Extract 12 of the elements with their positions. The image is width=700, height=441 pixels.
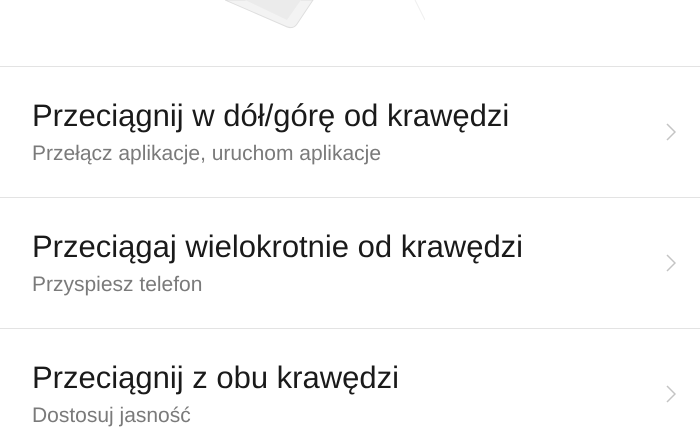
row-title: Przeciągaj wielokrotnie od krawędzi	[32, 229, 524, 265]
row-title: Przeciągnij z obu krawędzi	[32, 360, 400, 396]
row-subtitle: Przełącz aplikacje, uruchom aplikacje	[32, 142, 381, 166]
chevron-right-icon	[666, 123, 676, 141]
chevron-right-icon	[666, 254, 676, 272]
row-subtitle: Przyspiesz telefon	[32, 273, 202, 297]
settings-row[interactable]: Przeciągnij w dół/górę od krawędzi Przełącz aplikacje, uruchom aplikacje	[0, 67, 700, 198]
row-subtitle: Dostosuj jasność	[32, 404, 191, 428]
settings-row[interactable]: Przeciągnij z obu krawędzi Dostosuj jasność	[0, 329, 700, 441]
row-title: Przeciągnij w dół/górę od krawędzi	[32, 98, 510, 134]
settings-row[interactable]: Przeciągaj wielokrotnie od krawędzi Przyspiesz telefon	[0, 198, 700, 329]
chevron-right-icon	[666, 385, 676, 403]
